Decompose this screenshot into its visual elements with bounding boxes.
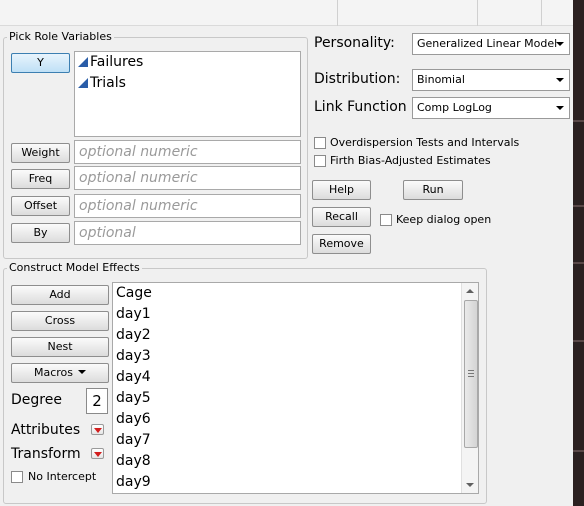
transform-label: Transform [11,446,81,462]
personality-label: Personality: [314,35,395,51]
keep-dialog-open-label: Keep dialog open [396,213,492,226]
effect-item[interactable]: day7 [113,430,478,451]
nest-effect-button[interactable]: Nest [11,337,109,357]
model-effects-list[interactable]: Cage day1 day2 day3 day4 day5 day6 day7 … [112,282,479,494]
distribution-select[interactable]: Binomial [412,69,570,91]
link-function-select[interactable]: Comp LogLog [412,97,570,119]
no-intercept-checkbox[interactable] [11,471,23,483]
chevron-down-icon [556,106,564,110]
pick-role-title: Pick Role Variables [7,30,114,43]
by-field[interactable]: optional [74,221,301,245]
effect-item[interactable]: day3 [113,346,478,367]
y-role-button[interactable]: Y [11,53,70,73]
attributes-label: Attributes [11,422,81,438]
freq-role-button[interactable]: Freq [11,169,70,189]
cross-effect-button[interactable]: Cross [11,311,109,331]
effect-item[interactable]: day4 [113,367,478,388]
degree-input[interactable]: 2 [86,388,108,414]
scroll-down-icon[interactable] [466,483,474,487]
firth-label: Firth Bias-Adjusted Estimates [330,154,491,167]
transform-menu-icon[interactable] [91,448,104,459]
effect-item[interactable]: Cage [113,283,478,304]
construct-effects-title: Construct Model Effects [7,261,142,274]
effect-item[interactable]: day1 [113,304,478,325]
effect-item[interactable]: day6 [113,409,478,430]
macros-button[interactable]: Macros [11,363,109,383]
weight-field[interactable]: optional numeric [74,140,301,164]
firth-checkbox[interactable] [314,155,326,167]
attributes-menu-icon[interactable] [91,424,104,435]
chevron-down-icon [78,370,87,374]
chevron-down-icon [556,42,564,46]
by-role-button[interactable]: By [11,223,70,243]
title-strip [0,0,573,26]
degree-label: Degree [11,392,62,408]
help-button[interactable]: Help [312,180,371,200]
add-effect-button[interactable]: Add [11,285,109,305]
link-function-label: Link Function [314,99,407,115]
chevron-down-icon [556,78,564,82]
y-variable-item[interactable]: Failures [75,52,300,73]
y-variable-item[interactable]: Trials [75,73,300,94]
continuous-variable-icon [78,57,88,67]
effect-item[interactable]: day5 [113,388,478,409]
scrollbar-thumb[interactable] [464,300,478,448]
overdispersion-checkbox[interactable] [314,137,326,149]
effects-scrollbar[interactable] [461,283,478,493]
continuous-variable-icon [78,78,88,88]
recall-button[interactable]: Recall [312,207,371,227]
offset-field[interactable]: optional numeric [74,194,301,218]
window-edge [573,0,584,506]
run-button[interactable]: Run [403,180,463,200]
offset-role-button[interactable]: Offset [11,196,70,216]
overdispersion-label: Overdispersion Tests and Intervals [330,136,520,149]
weight-role-button[interactable]: Weight [11,143,70,163]
effect-item[interactable]: day8 [113,451,478,472]
y-variables-list[interactable]: Failures Trials [74,51,301,137]
remove-button[interactable]: Remove [312,234,371,254]
distribution-label: Distribution: [314,71,401,87]
freq-field[interactable]: optional numeric [74,166,301,190]
personality-select[interactable]: Generalized Linear Model [412,33,570,55]
effect-item[interactable]: day9 [113,472,478,493]
keep-dialog-open-checkbox[interactable] [380,214,392,226]
effect-item[interactable]: day2 [113,325,478,346]
scroll-up-icon[interactable] [466,289,474,293]
no-intercept-label: No Intercept [28,470,97,483]
